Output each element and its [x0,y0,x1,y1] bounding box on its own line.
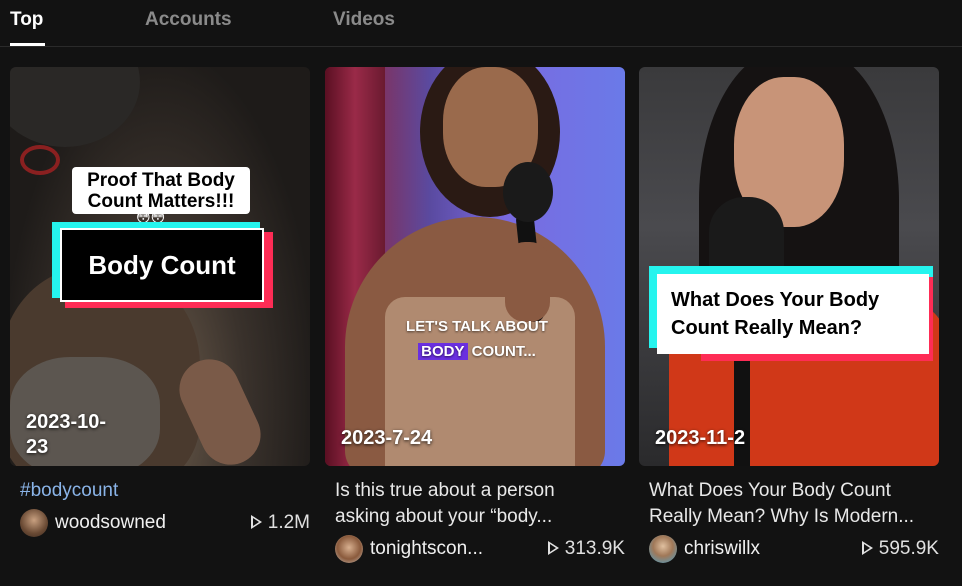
video-meta: tonightscon... 313.9K [335,534,625,564]
play-icon [861,541,873,555]
username[interactable]: tonightscon... [370,538,500,560]
username[interactable]: chriswillx [684,538,760,560]
overlay-line2-rest: COUNT... [467,343,536,360]
cap-logo [20,145,60,175]
cap-shape [10,67,140,147]
video-date-line1: 2023-10- [26,411,107,433]
view-count: 595.9K [861,538,939,560]
overlay-caption: LET'S TALK ABOUT BODY COUNT... [397,314,557,364]
overlay-line1: LET'S TALK ABOUT [406,318,548,335]
avatar[interactable] [649,535,677,563]
video-date: 2023-10- 23 [26,410,106,460]
video-caption[interactable]: Is this true about a person asking about… [335,478,625,530]
video-meta: woodsowned 1.2M [20,508,310,538]
video-meta: chriswillx 595.9K [649,534,939,564]
hand-shape [505,242,550,322]
view-count-value: 313.9K [564,538,625,559]
overlay-title: Body Count [60,228,264,302]
video-thumbnail-2[interactable]: LET'S TALK ABOUT BODY COUNT... 2023-7-24 [325,67,625,466]
overlay-line2: Count Really Mean? [671,317,863,339]
overlay-line2: BODY COUNT... [397,339,557,364]
overlay-caption-top: Proof That Body Count Matters!!! [72,167,250,214]
view-count: 1.2M [250,512,310,534]
video-caption-line2: asking about your “body... [335,506,553,527]
view-count-value: 1.2M [267,512,310,533]
play-icon [250,515,262,529]
tab-top[interactable]: Top [10,9,43,31]
video-date: 2023-11-2 [655,427,746,449]
tab-bar: Top Accounts Videos [0,0,962,47]
view-count: 313.9K [547,538,625,560]
active-tab-indicator [10,43,45,46]
play-icon [547,541,559,555]
username[interactable]: woodsowned [55,512,166,534]
video-caption[interactable]: What Does Your Body Count Really Mean? W… [649,478,939,530]
overlay-highlight: BODY [418,343,468,360]
video-caption-line1: What Does Your Body Count [649,480,891,501]
video-thumbnail-1[interactable]: Proof That Body Count Matters!!! 😳😳 Body… [10,67,310,466]
video-caption-hashtag[interactable]: #bodycount [20,478,310,504]
avatar[interactable] [20,509,48,537]
video-caption-line2: Really Mean? Why Is Modern... [649,506,915,527]
view-count-value: 595.9K [878,538,939,559]
video-date-line2: 23 [26,436,49,458]
overlay-line1: What Does Your Body [671,289,880,311]
overlay-title: What Does Your Body Count Really Mean? [657,274,929,354]
tab-videos[interactable]: Videos [333,9,395,31]
video-thumbnail-3[interactable]: What Does Your Body Count Really Mean? 2… [639,67,939,466]
avatar[interactable] [335,535,363,563]
microphone-icon [503,162,553,222]
tab-accounts[interactable]: Accounts [145,9,232,31]
video-date: 2023-7-24 [341,427,433,449]
video-caption-line1: Is this true about a person [335,480,555,501]
